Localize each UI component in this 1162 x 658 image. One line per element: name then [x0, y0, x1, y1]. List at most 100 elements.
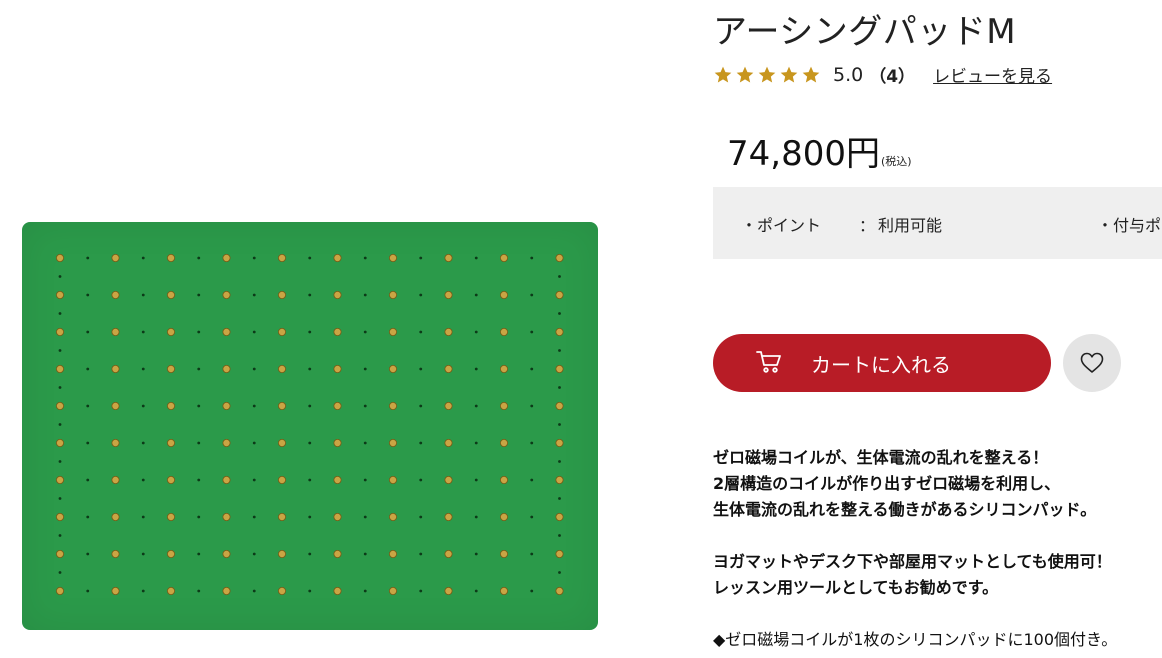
pad-hole: [363, 293, 367, 297]
description-line: ゼロ磁場コイルが、生体電流の乱れを整える！: [713, 448, 1049, 467]
price-row: 74,800円(税込): [727, 126, 912, 175]
zero-field-coil: [333, 328, 342, 337]
pad-hole: [530, 330, 534, 334]
pad-hole: [197, 441, 201, 445]
pad-hole: [363, 515, 367, 519]
zero-field-coil: [333, 364, 342, 373]
zero-field-coil: [111, 438, 120, 447]
pad-hole: [86, 293, 90, 297]
pad-hole: [419, 441, 423, 445]
pad-hole: [558, 312, 561, 315]
zero-field-coil: [555, 291, 564, 300]
pad-hole: [197, 367, 201, 371]
zero-field-coil: [388, 586, 397, 595]
zero-field-coil: [222, 328, 231, 337]
pad-hole: [86, 589, 90, 593]
zero-field-coil: [388, 254, 397, 263]
zero-field-coil: [222, 401, 231, 410]
pad-hole: [474, 552, 478, 556]
zero-field-coil: [111, 512, 120, 521]
pad-hole: [141, 404, 145, 408]
zero-field-coil: [499, 475, 508, 484]
zero-field-coil: [444, 401, 453, 410]
zero-field-coil: [555, 438, 564, 447]
heart-icon: [1080, 352, 1104, 373]
pad-hole: [474, 404, 478, 408]
zero-field-coil: [333, 512, 342, 521]
pad-hole: [530, 404, 534, 408]
zero-field-coil: [222, 254, 231, 263]
pad-hole: [419, 293, 423, 297]
pad-hole: [363, 404, 367, 408]
pad-hole: [58, 349, 62, 352]
description-line: 2層構造のコイルが作り出すゼロ磁場を利用し、: [713, 474, 1061, 493]
zero-field-coil: [56, 475, 65, 484]
pad-hole: [308, 367, 312, 371]
pad-hole: [308, 589, 312, 593]
pad-hole: [58, 423, 62, 426]
pad-hole: [419, 256, 423, 260]
zero-field-coil: [277, 512, 286, 521]
zero-field-coil: [222, 475, 231, 484]
view-reviews-link[interactable]: レビューを見る: [933, 62, 1052, 87]
pad-hole: [197, 478, 201, 482]
zero-field-coil: [56, 586, 65, 595]
zero-field-coil: [111, 254, 120, 263]
pad-hole: [86, 330, 90, 334]
zero-field-coil: [333, 438, 342, 447]
pad-hole: [308, 256, 312, 260]
zero-field-coil: [222, 364, 231, 373]
zero-field-coil: [444, 291, 453, 300]
cart-icon: [756, 350, 782, 379]
add-to-cart-button[interactable]: カートに入れる: [713, 334, 1051, 392]
earthing-pad-illustration: [56, 254, 564, 595]
pad-hole: [558, 349, 561, 352]
pad-hole: [363, 552, 367, 556]
points-label: ・ポイント: [741, 216, 822, 235]
pad-hole: [474, 515, 478, 519]
pad-hole: [474, 589, 478, 593]
zero-field-coil: [56, 328, 65, 337]
pad-hole: [530, 478, 534, 482]
pad-hole: [308, 441, 312, 445]
favorite-button[interactable]: [1063, 334, 1121, 392]
pad-hole: [86, 367, 90, 371]
zero-field-coil: [56, 364, 65, 373]
pad-hole: [197, 293, 201, 297]
rating-row: 5.0 （4） レビューを見る: [713, 62, 1052, 87]
zero-field-coil: [333, 254, 342, 263]
pad-hole: [252, 256, 256, 260]
star-icon: [802, 66, 820, 82]
pad-hole: [252, 293, 256, 297]
zero-field-coil: [444, 475, 453, 484]
zero-field-coil: [56, 401, 65, 410]
points-granted-label: ・付与ポ: [1097, 216, 1162, 235]
zero-field-coil: [56, 438, 65, 447]
pad-hole: [558, 497, 561, 500]
pad-hole: [558, 534, 561, 537]
zero-field-coil: [555, 401, 564, 410]
zero-field-coil: [388, 512, 397, 521]
zero-field-coil: [499, 549, 508, 558]
zero-field-coil: [388, 549, 397, 558]
zero-field-coil: [444, 328, 453, 337]
points-info-box: ・ポイント ： 利用可能 ・付与ポ: [713, 187, 1162, 259]
zero-field-coil: [499, 291, 508, 300]
pad-hole: [86, 441, 90, 445]
zero-field-coil: [166, 364, 175, 373]
zero-field-coil: [444, 438, 453, 447]
pad-hole: [58, 275, 62, 278]
rating-stars: [713, 65, 821, 85]
pad-hole: [197, 404, 201, 408]
pad-hole: [363, 330, 367, 334]
pad-hole: [141, 589, 145, 593]
zero-field-coil: [222, 291, 231, 300]
pad-hole: [86, 256, 90, 260]
pad-hole: [197, 589, 201, 593]
pad-hole: [474, 478, 478, 482]
pad-hole: [419, 589, 423, 593]
price: 74,800円: [727, 134, 880, 174]
zero-field-coil: [222, 512, 231, 521]
zero-field-coil: [56, 291, 65, 300]
zero-field-coil: [333, 291, 342, 300]
